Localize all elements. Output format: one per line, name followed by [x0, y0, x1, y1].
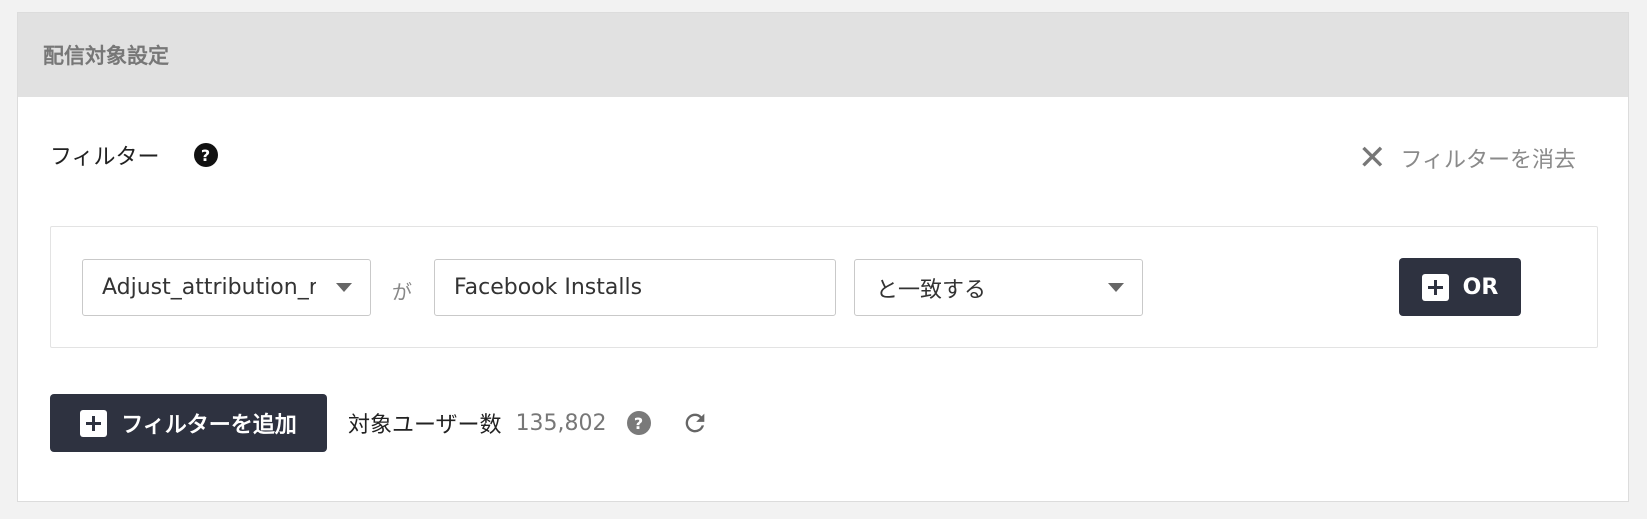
chevron-down-icon	[1108, 283, 1124, 292]
plus-icon	[80, 409, 108, 437]
filter-label: フィルター	[50, 145, 160, 170]
panel-title: 配信対象設定	[43, 44, 169, 68]
filter-row: フィルター ?	[50, 139, 218, 171]
operator-select[interactable]: と一致する	[854, 259, 1143, 316]
target-users-label: 対象ユーザー数	[348, 413, 502, 438]
filter-value-text: Facebook Installs	[454, 275, 643, 300]
panel-header: 配信対象設定	[18, 13, 1628, 97]
operator-select-value: と一致する	[876, 277, 987, 303]
filter-value-input[interactable]: Facebook Installs	[434, 259, 836, 316]
delivery-target-panel: 配信対象設定 フィルター ? ✕ フィルターを消去 Adjust_attribu…	[17, 12, 1629, 502]
close-icon: ✕	[1357, 138, 1387, 178]
refresh-icon[interactable]	[681, 409, 709, 437]
plus-icon	[1421, 273, 1449, 301]
chevron-down-icon	[336, 283, 352, 292]
count-help-icon[interactable]: ?	[626, 411, 651, 435]
clear-filter-button[interactable]: ✕ フィルターを消去	[1358, 141, 1576, 175]
connector-text: が	[392, 280, 412, 304]
add-filter-label: フィルターを追加	[121, 413, 297, 438]
attribute-select-value: Adjust_attribution_r	[102, 275, 316, 300]
target-user-count: 対象ユーザー数 135,802 ?	[348, 407, 709, 439]
filter-condition-box: Adjust_attribution_r が Facebook Installs…	[50, 226, 1598, 348]
attribute-select[interactable]: Adjust_attribution_r	[82, 259, 371, 316]
or-button-label: OR	[1462, 274, 1499, 300]
or-button[interactable]: OR	[1399, 258, 1521, 316]
filter-help-icon[interactable]: ?	[193, 143, 218, 167]
target-users-count: 135,802	[515, 410, 607, 436]
add-filter-button[interactable]: フィルターを追加	[50, 394, 327, 452]
clear-filter-label: フィルターを消去	[1400, 148, 1576, 173]
